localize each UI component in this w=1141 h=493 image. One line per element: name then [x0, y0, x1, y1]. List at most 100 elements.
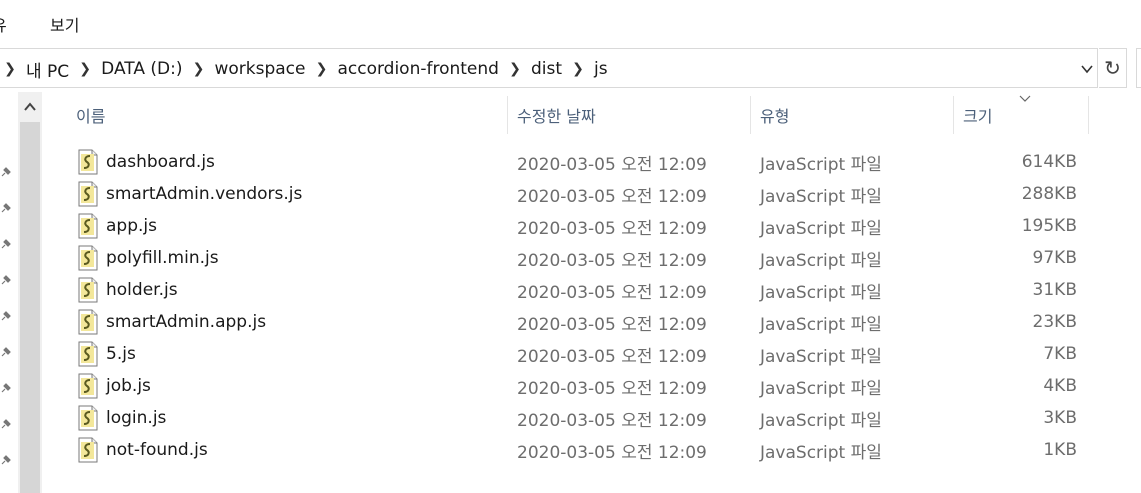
file-row[interactable]: smartAdmin.app.js 2020-03-05 오전 12:09 Java… — [44, 306, 1141, 338]
scroll-up-icon[interactable] — [18, 92, 42, 122]
refresh-button[interactable]: ↻ — [1099, 48, 1127, 88]
breadcrumb: ❯ 내 PC ❯ DATA (D:) ❯ workspace ❯ accordi… — [0, 49, 612, 89]
crumb-this-pc[interactable]: 내 PC — [22, 57, 73, 82]
crumb-data-drive[interactable]: DATA (D:) — [97, 59, 186, 79]
file-name: smartAdmin.vendors.js — [106, 184, 303, 204]
column-divider[interactable] — [507, 96, 508, 134]
file-size: 195KB — [1021, 216, 1077, 236]
menu-share[interactable]: 유 — [0, 12, 7, 36]
file-name: login.js — [106, 408, 167, 428]
pin-icon[interactable] — [0, 346, 12, 358]
chevron-down-icon[interactable] — [1077, 57, 1097, 81]
chevron-right-icon[interactable]: ❯ — [73, 61, 97, 77]
file-name: 5.js — [106, 344, 136, 364]
pin-icon[interactable] — [0, 418, 12, 430]
column-header-row: 이름 수정한 날짜 유형 크기 — [44, 92, 1141, 138]
file-modified: 2020-03-05 오전 12:09 — [517, 218, 707, 239]
search-box[interactable] — [1136, 48, 1141, 88]
crumb-js[interactable]: js — [590, 59, 612, 79]
crumb-accordion-frontend[interactable]: accordion-frontend — [333, 59, 503, 79]
chevron-right-icon[interactable]: ❯ — [566, 61, 590, 77]
file-size: 4KB — [1043, 376, 1077, 396]
file-row[interactable]: polyfill.min.js 2020-03-05 오전 12:09 JavaSc… — [44, 242, 1141, 274]
pin-icon[interactable] — [0, 454, 12, 466]
pin-icon[interactable] — [0, 274, 12, 286]
file-size: 288KB — [1021, 184, 1077, 204]
file-size: 97KB — [1032, 248, 1077, 268]
file-modified: 2020-03-05 오전 12:09 — [517, 410, 707, 431]
file-type: JavaScript 파일 — [760, 378, 882, 399]
crumb-workspace[interactable]: workspace — [210, 59, 309, 79]
js-file-icon — [78, 213, 98, 239]
file-size: 614KB — [1021, 152, 1077, 172]
file-name: dashboard.js — [106, 152, 215, 172]
file-name: app.js — [106, 216, 157, 236]
file-modified: 2020-03-05 오전 12:09 — [517, 282, 707, 303]
file-size: 23KB — [1032, 312, 1077, 332]
nav-scroll-thumb[interactable] — [20, 122, 40, 493]
file-type: JavaScript 파일 — [760, 282, 882, 303]
js-file-icon — [78, 149, 98, 175]
column-divider[interactable] — [953, 96, 954, 134]
file-name: not-found.js — [106, 440, 208, 460]
file-row[interactable]: job.js 2020-03-05 오전 12:09 JavaScript 파일 4K… — [44, 370, 1141, 402]
crumb-dist[interactable]: dist — [527, 59, 566, 79]
file-row[interactable]: holder.js 2020-03-05 오전 12:09 JavaScript 파… — [44, 274, 1141, 306]
file-list: dashboard.js 2020-03-05 오전 12:09 JavaScrip… — [44, 146, 1141, 466]
file-row[interactable]: dashboard.js 2020-03-05 오전 12:09 JavaScrip… — [44, 146, 1141, 178]
js-file-icon — [78, 341, 98, 367]
file-size: 1KB — [1043, 440, 1077, 460]
column-header-size[interactable]: 크기 — [963, 92, 992, 138]
file-size: 31KB — [1032, 280, 1077, 300]
column-divider[interactable] — [1088, 96, 1089, 134]
pin-icon[interactable] — [0, 382, 12, 394]
file-type: JavaScript 파일 — [760, 186, 882, 207]
file-type: JavaScript 파일 — [760, 314, 882, 335]
file-type: JavaScript 파일 — [760, 346, 882, 367]
js-file-icon — [78, 309, 98, 335]
js-file-icon — [78, 245, 98, 271]
js-file-icon — [78, 405, 98, 431]
file-modified: 2020-03-05 오전 12:09 — [517, 186, 707, 207]
js-file-icon — [78, 277, 98, 303]
chevron-right-icon[interactable]: ❯ — [309, 61, 333, 77]
file-modified: 2020-03-05 오전 12:09 — [517, 442, 707, 463]
menu-bar: 유 보기 — [0, 0, 1141, 44]
chevron-right-icon[interactable]: ❯ — [503, 61, 527, 77]
column-header-modified[interactable]: 수정한 날짜 — [517, 92, 596, 138]
chevron-right-icon[interactable]: ❯ — [186, 61, 210, 77]
file-row[interactable]: smartAdmin.vendors.js 2020-03-05 오전 12:09… — [44, 178, 1141, 210]
address-bar[interactable]: ❯ 내 PC ❯ DATA (D:) ❯ workspace ❯ accordi… — [0, 48, 1098, 88]
pin-icon[interactable] — [0, 310, 12, 322]
file-type: JavaScript 파일 — [760, 218, 882, 239]
file-row[interactable]: not-found.js 2020-03-05 오전 12:09 JavaScrip… — [44, 434, 1141, 466]
file-modified: 2020-03-05 오전 12:09 — [517, 154, 707, 175]
file-modified: 2020-03-05 오전 12:09 — [517, 346, 707, 367]
file-name: holder.js — [106, 280, 178, 300]
file-row[interactable]: login.js 2020-03-05 오전 12:09 JavaScript 파일… — [44, 402, 1141, 434]
file-row[interactable]: 5.js 2020-03-05 오전 12:09 JavaScript 파일 7KB — [44, 338, 1141, 370]
file-modified: 2020-03-05 오전 12:09 — [517, 378, 707, 399]
js-file-icon — [78, 373, 98, 399]
chevron-right-icon[interactable]: ❯ — [0, 61, 22, 77]
file-size: 3KB — [1043, 408, 1077, 428]
js-file-icon — [78, 437, 98, 463]
file-type: JavaScript 파일 — [760, 410, 882, 431]
js-file-icon — [78, 181, 98, 207]
file-modified: 2020-03-05 오전 12:09 — [517, 314, 707, 335]
column-divider[interactable] — [750, 96, 751, 134]
pin-icon[interactable] — [0, 202, 12, 214]
file-type: JavaScript 파일 — [760, 250, 882, 271]
file-modified: 2020-03-05 오전 12:09 — [517, 250, 707, 271]
sort-descending-icon — [1019, 92, 1031, 106]
file-type: JavaScript 파일 — [760, 154, 882, 175]
menu-view[interactable]: 보기 — [50, 12, 79, 36]
pin-icon[interactable] — [0, 166, 12, 178]
file-name: job.js — [106, 376, 151, 396]
file-type: JavaScript 파일 — [760, 442, 882, 463]
refresh-icon: ↻ — [1104, 56, 1121, 80]
column-header-type[interactable]: 유형 — [760, 92, 789, 138]
column-header-name[interactable]: 이름 — [76, 92, 105, 138]
file-row[interactable]: app.js 2020-03-05 오전 12:09 JavaScript 파일 19… — [44, 210, 1141, 242]
pin-icon[interactable] — [0, 238, 12, 250]
